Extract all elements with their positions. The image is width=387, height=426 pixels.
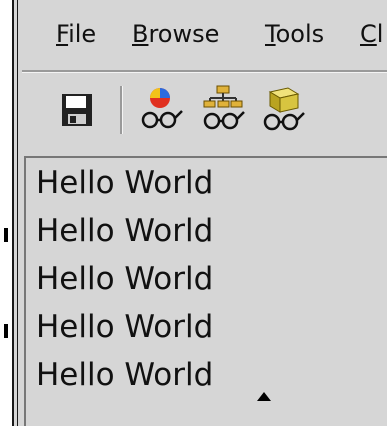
save-button[interactable] (50, 84, 102, 136)
output-line: Hello World (36, 309, 214, 345)
output-line: Hello World (36, 165, 214, 201)
edge-mark (4, 228, 8, 242)
output-text-area[interactable]: Hello World Hello World Hello World Hell… (24, 156, 387, 426)
menu-file-label: ile (68, 20, 97, 48)
text-cursor (257, 392, 271, 401)
browse-objects-button[interactable] (136, 84, 188, 136)
menu-file[interactable]: File (56, 20, 96, 48)
output-line: Hello World (36, 261, 214, 297)
application-window: File Browse Tools Cl Hello World Hello W… (12, 0, 387, 426)
toolbar (22, 72, 387, 154)
browse-hierarchy-button[interactable] (198, 84, 250, 136)
output-line: Hello World (36, 357, 214, 393)
browse-package-button[interactable] (258, 84, 310, 136)
menu-browse[interactable]: Browse (132, 20, 219, 48)
menu-truncated-mnemonic: C (360, 20, 377, 48)
edge-mark (4, 324, 8, 338)
toolbar-separator (120, 86, 122, 134)
browse-package-icon (263, 87, 305, 131)
browse-objects-icon (141, 88, 183, 129)
menu-tools-label: ools (275, 20, 325, 48)
save-icon (62, 94, 92, 126)
menu-tools[interactable]: Tools (265, 20, 324, 48)
menu-browse-mnemonic: B (132, 20, 149, 48)
menu-file-mnemonic: F (56, 20, 69, 48)
menu-truncated[interactable]: Cl (360, 20, 383, 48)
output-line: Hello World (36, 213, 214, 249)
desktop-edge (0, 0, 12, 426)
menu-bar: File Browse Tools Cl (22, 0, 387, 72)
menu-browse-label: rowse (148, 20, 220, 48)
browse-hierarchy-icon (203, 85, 245, 130)
menu-tools-mnemonic: T (265, 20, 276, 48)
menu-truncated-label: l (376, 20, 384, 48)
